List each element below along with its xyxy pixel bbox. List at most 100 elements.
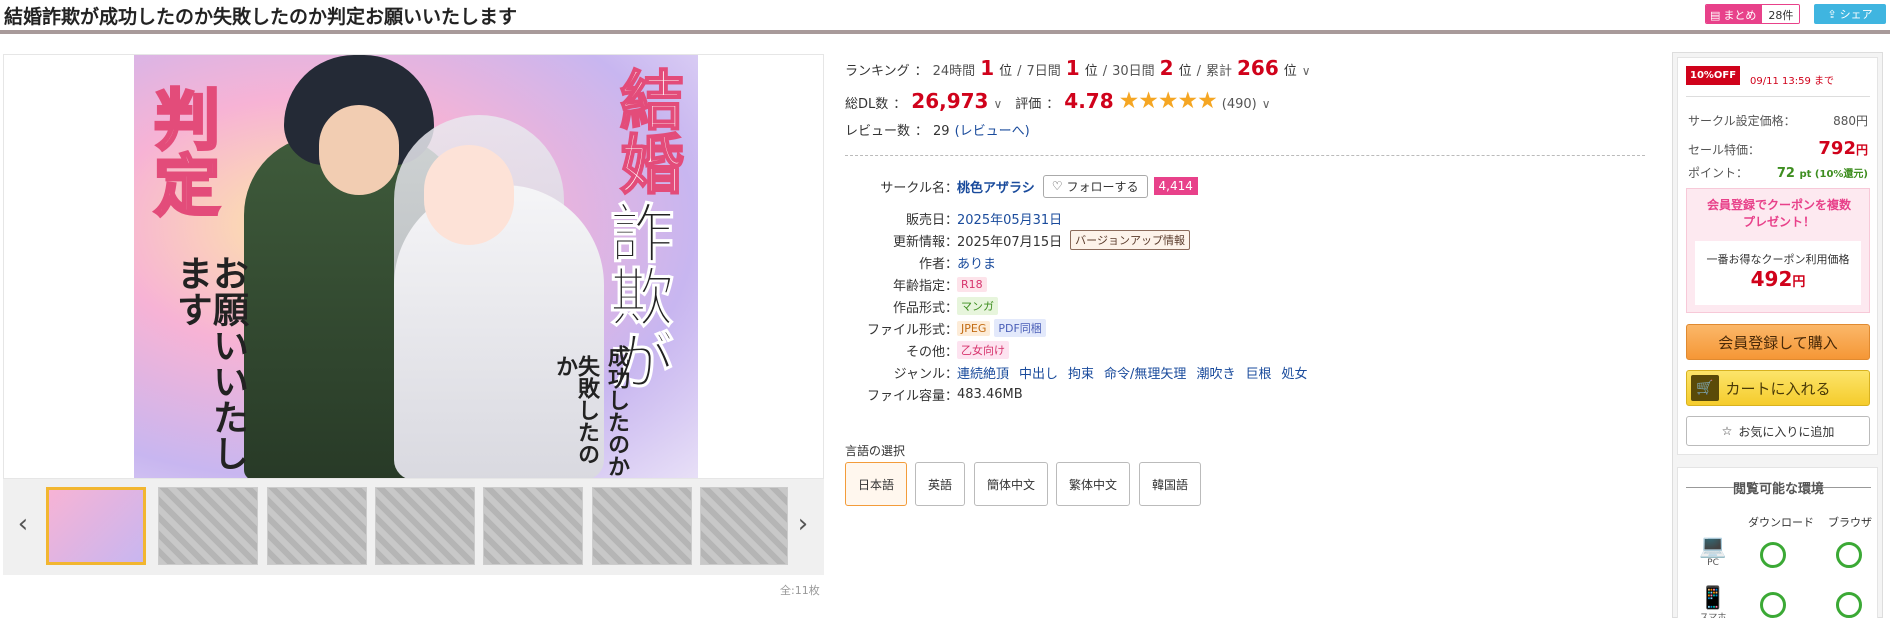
language-button-en[interactable]: 英語 [915,462,965,506]
genre-link[interactable]: 連続絶頂 [957,363,1009,382]
col-download: ダウンロード [1748,516,1814,529]
other-tag[interactable]: 乙女向け [957,341,1009,359]
thumbnail[interactable] [592,487,692,565]
spec-update: 更新情報： 2025年07月15日 バージョンアップ情報 [845,230,1645,250]
genre-link[interactable]: 潮吹き [1196,363,1235,382]
stats-row: 総DL数： 26,973 ∨ 評価： 4.78 ★★★★★ (490) ∨ [845,88,1271,114]
point-value: 72 pt (10%還元) [1776,166,1868,181]
matome-button[interactable]: ▤ まとめ 28件 [1705,4,1801,24]
language-button-zht[interactable]: 繁体中文 [1056,462,1130,506]
format-tag[interactable]: マンガ [957,297,998,315]
laptop-icon: 💻 [1699,534,1727,559]
language-title: 言語の選択 [845,444,906,458]
discount-badge: 10%OFF [1686,66,1741,85]
thumbnail[interactable] [46,487,146,565]
age-tag[interactable]: R18 [957,276,987,292]
list-price: 880円 [1833,114,1868,128]
share-icon: ⇪ [1827,7,1837,21]
bookmark-icon: ▤ [1710,8,1721,22]
register-and-buy-button[interactable]: 会員登録して購入 [1686,324,1870,360]
divider [845,155,1645,156]
coupon-box[interactable]: 会員登録でクーポンを複数 プレゼント！ 一番お得なクーポン利用価格 492円 [1686,188,1870,313]
language-button-zhs[interactable]: 簡体中文 [974,462,1048,506]
point-row: ポイント： 72 pt (10%還元) [1688,166,1868,181]
purchase-box: 10%OFF 09/11 13:59 まで サークル設定価格： 880円 セール… [1677,57,1878,455]
file-tag[interactable]: JPEG [957,320,991,336]
version-info-tag[interactable]: バージョンアップ情報 [1070,230,1190,250]
sale-end: 09/11 13:59 まで [1750,76,1834,87]
chevron-down-icon[interactable]: ∨ [1302,64,1311,78]
cart-icon: 🛒 [1691,375,1719,401]
review-link[interactable]: (レビューへ) [955,120,1030,139]
thumbnail[interactable] [483,487,583,565]
circle-link[interactable]: 桃色アザラシ [957,177,1035,196]
spec-size: ファイル容量： 483.46MB [866,386,1023,404]
cover-title-onegai: お願いいたします [171,255,249,471]
spec-circle: サークル名： 桃色アザラシ ♡ フォローする 4,414 [845,174,1645,198]
thumbnail[interactable] [267,487,367,565]
cover-title-hantei: 判定 [142,84,223,219]
cover-title-shippai: 失敗したのか [552,355,600,465]
sale-price: 792円 [1818,138,1868,159]
coupon-price: 492円 [1750,267,1806,291]
file-tag[interactable]: PDF同梱 [994,319,1046,337]
language-button-ja[interactable]: 日本語 [845,462,907,506]
author-link[interactable]: ありま [957,253,996,272]
col-browser: ブラウザ [1828,516,1872,529]
genre-link[interactable]: 巨根 [1245,363,1271,382]
star-rating-icon: ★★★★★ [1118,88,1218,114]
pc-browser-ok-icon [1836,542,1862,568]
image-count: 全:11枚 [780,584,820,597]
add-to-cart-button[interactable]: 🛒 カートに入れる [1686,370,1870,406]
device-pc: 💻 PC [1694,534,1732,569]
star-icon: ☆ [1721,424,1733,438]
genre-link[interactable]: 中出し [1019,363,1058,382]
smartphone-icon: 📱 [1699,586,1727,611]
language-button-ko[interactable]: 韓国語 [1139,462,1201,506]
coupon-headline: 会員登録でクーポンを複数 プレゼント！ [1706,198,1851,229]
follower-count: 4,414 [1153,177,1198,195]
cover-title-kekkon: 結婚 [608,66,685,196]
spec-age: 年齢指定： R18 [845,274,1645,294]
pc-download-ok-icon [1760,542,1786,568]
download-count: 26,973 [911,89,989,113]
thumbnail[interactable] [700,487,788,565]
genre-link[interactable]: 命令/無理矢理 [1104,363,1186,382]
thumbnail[interactable] [158,487,258,565]
spec-file: ファイル形式： JPEG PDF同梱 [845,318,1645,338]
list-price-row: サークル設定価格： 880円 [1688,114,1868,128]
chevron-left-icon[interactable]: ‹ [13,509,33,539]
spec-release: 販売日： 2025年05月31日 [845,208,1645,228]
chevron-down-icon[interactable]: ∨ [993,97,1002,111]
spec-genre: ジャンル： 連続絶頂 中出し 拘束 命令/無理矢理 潮吹き 巨根 処女 [845,362,1645,382]
spec-format: 作品形式： マンガ [845,296,1645,316]
matome-label: ▤ まとめ [1706,5,1763,23]
chevron-down-icon[interactable]: ∨ [1262,97,1271,111]
environment-title: 閲覧可能な環境 [1678,478,1879,497]
release-date-link[interactable]: 2025年05月31日 [957,209,1062,228]
product-gallery: 結婚 詐欺が 成功したのか 失敗したのか 判定 お願いいたします [3,54,824,479]
share-button[interactable]: ⇪ シェア [1814,4,1886,24]
title-bar: 結婚詐欺が成功したのか失敗したのか判定お願いいたします ▤ まとめ 28件 ⇪ シェ… [0,0,1890,34]
purchase-panel: 10%OFF 09/11 13:59 まで サークル設定価格： 880円 セール… [1672,52,1883,618]
ranking-row: ランキング： 24時間 1 位/ 7日間 1 位/ 30日間 2 位 / 累計 2… [845,56,1311,80]
review-row: レビュー数： 29 (レビューへ) [845,120,1030,139]
heart-icon: ♡ [1051,179,1063,193]
phone-download-ok-icon [1760,592,1786,618]
thumbnail-strip: ‹ › [3,479,824,575]
device-phone: 📱 スマホ [1694,588,1732,618]
rating-value: 4.78 [1064,89,1114,113]
cover-title-seikou: 成功したのか [604,345,630,477]
sale-price-row: セール特価： 792円 [1688,138,1868,159]
cover-image[interactable]: 結婚 詐欺が 成功したのか 失敗したのか 判定 お願いいたします [134,55,698,478]
spec-author: 作者： ありま [845,252,1645,272]
genre-link[interactable]: 拘束 [1068,363,1094,382]
thumbnail[interactable] [375,487,475,565]
chevron-right-icon[interactable]: › [793,509,813,539]
environment-box: 閲覧可能な環境 ダウンロード ブラウザ 💻 PC 📱 スマホ [1677,467,1878,618]
coupon-price-card: 一番お得なクーポン利用価格 492円 [1695,241,1861,305]
genre-link[interactable]: 処女 [1281,363,1307,382]
page-title: 結婚詐欺が成功したのか失敗したのか判定お願いいたします [4,6,518,28]
add-favorite-button[interactable]: ☆ お気に入りに追加 [1686,416,1870,446]
follow-button[interactable]: ♡ フォローする [1042,174,1148,198]
